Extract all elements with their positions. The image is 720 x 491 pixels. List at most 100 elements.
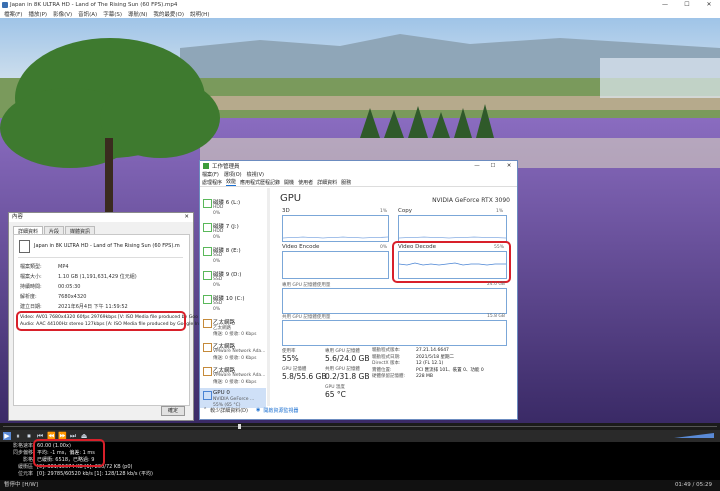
highlight-box xyxy=(392,241,511,283)
shared-mem-max: 15.8 GB xyxy=(486,314,505,319)
tab-app-history[interactable]: 應用程式歷程記錄 xyxy=(240,179,280,186)
seek-bar[interactable] xyxy=(0,423,720,430)
tab-processes[interactable]: 處理程序 xyxy=(202,179,222,186)
player-titlebar: Japan in 8K ULTRA HD - Land of The Risin… xyxy=(0,0,720,9)
playback-stats: 影格速率 60.00 (1.00x) 同步偏移 平均: -1 ms，偏差: 1 ms… xyxy=(0,439,720,480)
prop-row: 檔案類型: MP4 xyxy=(20,264,69,270)
dialog-title: 內容 xyxy=(12,214,24,220)
tm-footer: ⌃ 較少詳細資料(D) ◉ 開啟資源監視器 xyxy=(203,407,298,414)
menu-audio[interactable]: 音訊(A) xyxy=(78,10,97,18)
highlight-box xyxy=(16,311,186,331)
sidebar-scrollbar[interactable] xyxy=(267,188,270,406)
divider xyxy=(18,257,183,258)
tm-maximize-button[interactable]: ☐ xyxy=(485,163,501,169)
menu-video[interactable]: 影像(V) xyxy=(53,10,72,18)
tm-app-icon xyxy=(203,163,209,169)
graph-thumb-icon xyxy=(203,295,212,304)
perf-sidebar: 磁碟 6 (L:) HDD 0% 磁碟 7 (J:) HDD 0% 磁碟 8 (E:) S… xyxy=(200,188,268,408)
status-text: 暫停中 [H/W] xyxy=(4,482,38,488)
file-icon xyxy=(19,240,30,253)
stop-button[interactable]: ⏹ xyxy=(25,432,33,440)
volume-slider[interactable] xyxy=(674,433,714,438)
tab-startup[interactable]: 開機 xyxy=(284,179,294,186)
gpu-detail-pane: GPU NVIDIA GeForce RTX 3090 3D 1% Copy 1… xyxy=(280,188,512,408)
tm-menu-file[interactable]: 檔案(F) xyxy=(202,171,219,178)
maximize-button[interactable]: ☐ xyxy=(676,1,698,8)
engine-3d-graph[interactable] xyxy=(282,215,389,242)
details-pane: Japan in 8K ULTRA HD - Land of The Risin… xyxy=(13,234,199,406)
resource-monitor-icon: ◉ xyxy=(255,407,261,413)
stat-shared-mem: 共用 GPU 記憶體 0.2/31.8 GB xyxy=(325,367,370,381)
ok-button[interactable]: 確定 xyxy=(161,406,185,416)
app-icon xyxy=(2,1,8,8)
prop-row: 檔案大小: 1.10 GB (1,191,631,429 位元組) xyxy=(20,274,137,280)
close-icon[interactable]: ✕ xyxy=(184,213,189,222)
engine-copy-graph[interactable] xyxy=(398,215,507,242)
tm-close-button[interactable]: ✕ xyxy=(501,163,517,169)
time-display: 01:49 / 05:29 xyxy=(674,482,712,488)
shared-mem-graph[interactable] xyxy=(282,320,507,346)
engine-3d-line xyxy=(282,236,389,239)
minimize-button[interactable]: — xyxy=(654,1,676,8)
engine-copy-label: Copy xyxy=(398,208,412,214)
menu-file[interactable]: 檔案(F) xyxy=(4,10,22,18)
stat-row: 位元率 [0]: 29785/60520 kb/s [1]: 128/128 kb… xyxy=(17,471,153,477)
properties-dialog: 內容 ✕ 詳細資料 片段 媒體資訊 Japan in 8K ULTRA HD -… xyxy=(8,212,199,421)
play-button[interactable]: ▶ xyxy=(3,432,11,440)
stat-gpu-mem: GPU 記憶體 5.8/55.6 GB xyxy=(282,367,327,381)
tm-menubar: 檔案(F) 選項(O) 檢視(V) xyxy=(200,171,517,178)
menu-subtitle[interactable]: 字幕(S) xyxy=(103,10,122,18)
tm-titlebar: 工作管理員 — ☐ ✕ xyxy=(200,161,517,171)
stat-dedicated-mem: 專用 GPU 記憶體 5.6/24.0 GB xyxy=(325,349,370,363)
chevron-up-icon[interactable]: ⌃ xyxy=(203,407,207,414)
dedicated-mem-graph[interactable] xyxy=(282,288,507,314)
menu-navigate[interactable]: 導航(N) xyxy=(128,10,147,18)
engine-3d-label: 3D xyxy=(282,208,290,214)
engine-encode-label: Video Encode xyxy=(282,244,320,250)
graph-thumb-icon xyxy=(203,391,212,400)
open-resource-monitor-link[interactable]: 開啟資源監視器 xyxy=(263,407,298,414)
menu-favorites[interactable]: 我的最愛(O) xyxy=(153,10,184,18)
graph-thumb-icon xyxy=(203,223,212,232)
tm-tabs: 處理程序 效能 應用程式歷程記錄 開機 使用者 詳細資料 服務 xyxy=(200,178,517,187)
pause-button[interactable]: ⏸ xyxy=(14,432,22,440)
status-bar: 暫停中 [H/W] 01:49 / 05:29 xyxy=(0,480,720,491)
menu-play[interactable]: 播放(P) xyxy=(28,10,47,18)
seek-thumb[interactable] xyxy=(238,424,241,429)
tab-services[interactable]: 服務 xyxy=(341,179,351,186)
prop-row: 建立日期: 2021年6月4日 下午 11:59:52 xyxy=(20,304,128,310)
highlight-box xyxy=(33,439,105,467)
sidebar-item-gpu0[interactable]: GPU 0 NVIDIA GeForce ... 55% (65 °C) xyxy=(200,388,266,408)
stat-utilization: 使用率 55% xyxy=(282,349,299,363)
close-button[interactable]: ✕ xyxy=(698,1,720,8)
graph-thumb-icon xyxy=(203,271,212,280)
gpu-model: NVIDIA GeForce RTX 3090 xyxy=(432,197,510,204)
tm-title: 工作管理員 xyxy=(212,164,240,170)
tab-users[interactable]: 使用者 xyxy=(298,179,313,186)
file-name: Japan in 8K ULTRA HD - Land of The Risin… xyxy=(34,243,180,249)
tab-details[interactable]: 詳細資料 xyxy=(317,179,337,186)
engine-encode-pct: 0% xyxy=(380,245,388,250)
tm-menu-view[interactable]: 檢視(V) xyxy=(247,171,264,178)
engine-3d-pct: 1% xyxy=(380,209,388,214)
graph-thumb-icon xyxy=(203,247,212,256)
menu-help[interactable]: 說明(H) xyxy=(190,10,209,18)
tm-menu-options[interactable]: 選項(O) xyxy=(224,171,242,178)
gpu-driver-info: 驅動程式版本: 27.21.14.6647 驅動程式日期: 2021/5/18 星期… xyxy=(372,348,484,379)
seek-track[interactable] xyxy=(3,426,717,427)
graph-thumb-icon xyxy=(203,343,212,352)
fewer-details-link[interactable]: 較少詳細資料(D) xyxy=(210,407,248,414)
prop-row: 持續時間: 00:05:30 xyxy=(20,284,81,290)
graph-thumb-icon xyxy=(203,319,212,328)
prop-row: 解析度: 7680x4320 xyxy=(20,294,87,300)
engine-encode-graph[interactable] xyxy=(282,251,389,279)
tm-minimize-button[interactable]: — xyxy=(469,163,485,169)
window-title: Japan in 8K ULTRA HD - Land of The Risin… xyxy=(10,1,178,8)
dedicated-mem-max: 24.0 GB xyxy=(486,282,505,287)
stat-gpu-temp: GPU 溫度 65 °C xyxy=(325,385,346,399)
tab-performance[interactable]: 效能 xyxy=(226,178,237,186)
graph-thumb-icon xyxy=(203,367,212,376)
engine-copy-line xyxy=(398,236,507,239)
engine-copy-pct: 1% xyxy=(496,209,504,214)
graph-thumb-icon xyxy=(203,199,212,208)
